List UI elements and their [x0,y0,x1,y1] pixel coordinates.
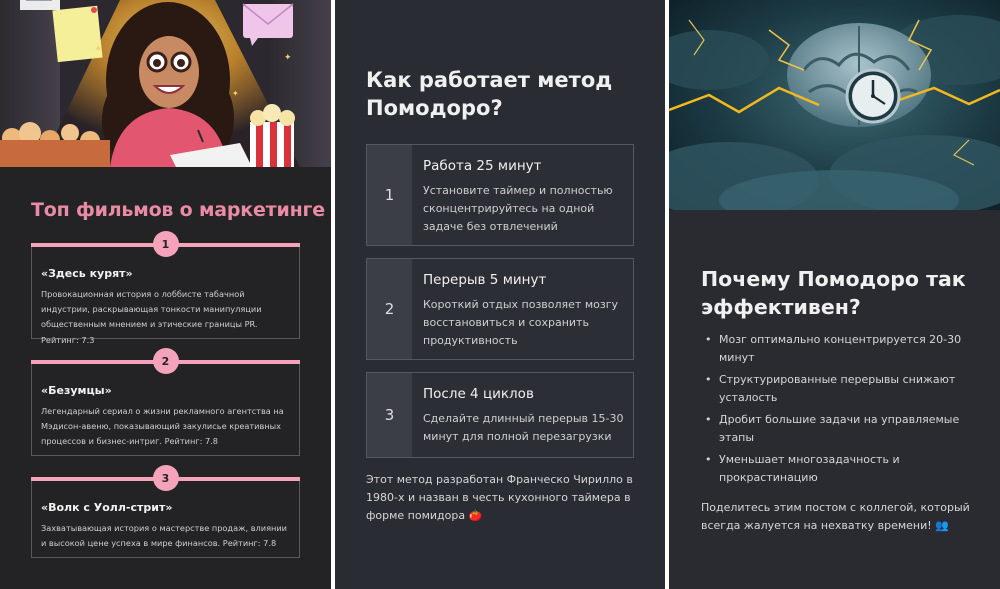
step-card-2: 2 Перерыв 5 минут Короткий отдых позволя… [366,258,634,360]
svg-text:✦: ✦ [94,44,102,55]
step-number: 3 [367,373,412,457]
slide-pomodoro-method: Как работает метод Помодоро? 1 Работа 25… [335,0,665,589]
slide2-footnote: Этот метод разработан Франческо Чирилло … [366,473,633,522]
step-card-1: 1 Работа 25 минут Установите таймер и по… [366,144,634,246]
benefits-list: Мозг оптимально концентрируется 20-30 ми… [703,331,973,491]
step-description: Сделайте длинный перерыв 15-30 минут для… [423,412,624,443]
slide3-title: Почему Помодоро так эффективен? [701,267,966,319]
slide-marketing-films: ✦ ✦ ✦ Топ фильмов о маркетинге 1 «Здесь … [0,0,331,589]
film-title: «Волк с Уолл-стрит» [41,501,173,514]
film-title: «Здесь курят» [41,267,133,280]
film-description: Легендарный сериал о жизни рекламного аг… [41,406,284,447]
slide1-title: Топ фильмов о маркетинге [31,199,325,221]
benefit-item: Уменьшает многозадачность и прокрастинац… [703,451,973,487]
svg-text:✦: ✦ [232,89,239,98]
step-card-3: 3 После 4 циклов Сделайте длинный переры… [366,372,634,458]
step-title: После 4 циклов [423,386,534,402]
film-title: «Безумцы» [41,384,112,397]
step-number: 1 [367,145,412,245]
benefit-item: Дробит большие задачи на управляемые эта… [703,411,973,447]
woman-illustration: ✦ ✦ ✦ [0,0,331,167]
slide-why-pomodoro: Почему Помодоро так эффективен? Мозг опт… [669,0,1000,589]
film-description: Провокационная история о лоббисте табачн… [41,289,262,345]
card-number-badge: 3 [152,465,179,491]
film-card-2: 2 «Безумцы» Легендарный сериал о жизни р… [31,348,300,456]
hero-illustration-brain [669,0,1000,210]
step-description: Установите таймер и полностью сконцентри… [423,184,613,233]
hero-illustration-woman: ✦ ✦ ✦ [0,0,331,167]
film-card-1: 1 «Здесь курят» Провокационная история о… [31,231,300,345]
slide3-footnote: Поделитесь этим постом с коллегой, котор… [701,501,970,532]
step-number: 2 [367,259,412,359]
film-description: Захватывающая история о мастерстве прода… [41,523,287,549]
card-number-badge: 1 [152,231,179,257]
benefit-item: Мозг оптимально концентрируется 20-30 ми… [703,331,973,367]
film-card-3: 3 «Волк с Уолл-стрит» Захватывающая исто… [31,465,300,558]
brain-clock-illustration [669,0,1000,210]
step-description: Короткий отдых позволяет мозгу восстанов… [423,298,619,347]
svg-text:✦: ✦ [284,53,292,63]
card-number-badge: 2 [152,348,179,374]
benefit-item: Структурированные перерывы снижают устал… [703,371,973,407]
step-title: Работа 25 минут [423,158,542,174]
slide2-title: Как работает метод Помодоро? [366,68,613,120]
step-title: Перерыв 5 минут [423,272,547,288]
